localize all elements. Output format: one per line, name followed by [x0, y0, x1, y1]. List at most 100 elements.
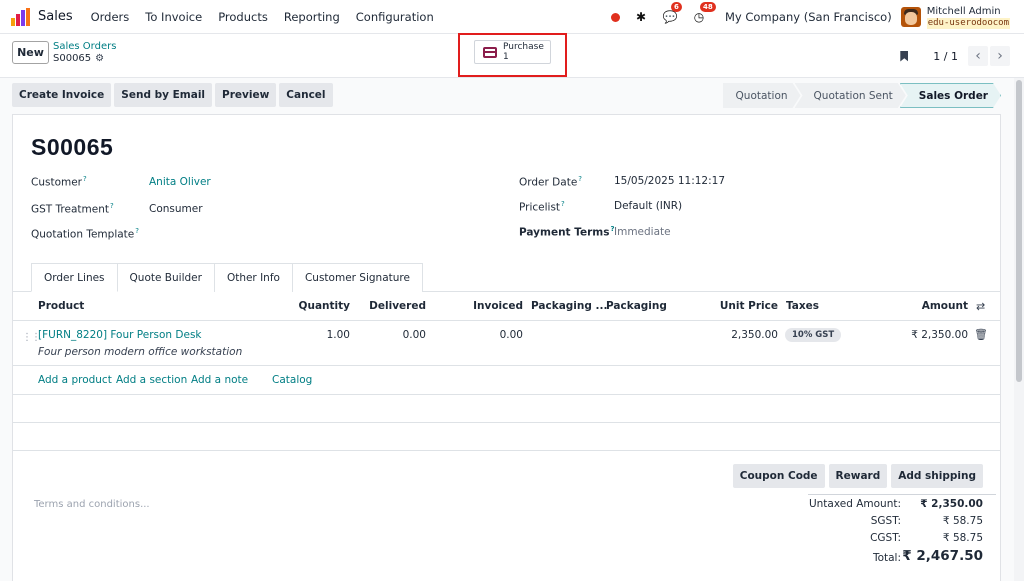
line-amount: ₹ 2,350.00: [911, 329, 968, 341]
table-row[interactable]: ⋮⋮ [FURN_8220] Four Person Desk Four per…: [13, 321, 1000, 366]
order-date-field[interactable]: 15/05/2025 11:12:17: [614, 175, 725, 187]
line-delivered[interactable]: 0.00: [403, 329, 426, 341]
line-product[interactable]: [FURN_8220] Four Person Desk: [38, 329, 202, 341]
line-unit-price[interactable]: 2,350.00: [731, 329, 778, 341]
empty-row: [13, 423, 1000, 451]
stage-sales-order[interactable]: Sales Order: [900, 83, 1001, 108]
menu-orders[interactable]: Orders: [83, 10, 138, 24]
total-value: ₹ 2,467.50: [902, 548, 983, 564]
user-name: Mitchell Admin: [926, 5, 1001, 17]
tax-totals: Untaxed Amount: ₹ 2,350.00 SGST: ₹ 58.75…: [808, 494, 996, 570]
new-button[interactable]: New: [12, 41, 49, 64]
column-settings-icon[interactable]: ⇄: [976, 300, 985, 313]
line-quantity[interactable]: 1.00: [327, 329, 350, 341]
page-title: S00065: [31, 134, 114, 160]
pager-next-button[interactable]: ›: [990, 46, 1010, 66]
systray: ✱ 💬 6 ◷ 48 My Company (San Francisco) Mitc…: [610, 0, 1024, 34]
payment-terms-label: Payment Terms?: [519, 225, 615, 239]
gear-icon[interactable]: ⚙: [95, 53, 104, 64]
line-invoiced[interactable]: 0.00: [500, 329, 523, 341]
breadcrumb-current: S00065: [53, 53, 92, 64]
app-name[interactable]: Sales: [38, 9, 73, 24]
main-menu: Orders To Invoice Products Reporting Con…: [83, 10, 442, 24]
action-buttons: Create Invoice Send by Email Preview Can…: [12, 83, 333, 107]
tab-other-info[interactable]: Other Info: [214, 263, 293, 292]
database-name: edu-userodoocom: [926, 17, 1010, 29]
record-icon[interactable]: [610, 12, 620, 22]
pricelist-field[interactable]: Default (INR): [614, 200, 682, 212]
column-invoiced[interactable]: Invoiced: [473, 300, 523, 312]
notebook-tabs: Order Lines Quote Builder Other Info Cus…: [31, 263, 423, 292]
column-amount[interactable]: Amount: [922, 300, 968, 312]
avatar[interactable]: [900, 7, 921, 27]
breadcrumb: S00065 ⚙: [53, 53, 104, 64]
breadcrumb-sales-orders[interactable]: Sales Orders: [53, 41, 116, 52]
clock-icon[interactable]: ◷ 48: [691, 2, 716, 25]
cgst-label: CGST:: [870, 532, 901, 544]
stage-quotation-sent[interactable]: Quotation Sent: [795, 83, 906, 108]
menu-configuration[interactable]: Configuration: [348, 10, 442, 24]
top-navbar: Sales Orders To Invoice Products Reporti…: [0, 0, 1024, 34]
tab-customer-signature[interactable]: Customer Signature: [292, 263, 423, 292]
preview-button[interactable]: Preview: [215, 83, 277, 107]
chat-icon[interactable]: 💬 6: [662, 2, 682, 25]
company-switcher[interactable]: My Company (San Francisco): [725, 10, 892, 24]
terms-conditions-field[interactable]: Terms and conditions...: [34, 499, 150, 510]
menu-products[interactable]: Products: [210, 10, 276, 24]
pager-previous-button[interactable]: ‹: [968, 46, 988, 66]
customer-field[interactable]: Anita Oliver: [149, 176, 211, 188]
order-date-label: Order Date?: [519, 175, 582, 189]
add-section-link[interactable]: Add a section: [116, 374, 187, 386]
bug-icon[interactable]: ✱: [633, 9, 649, 25]
untaxed-amount-label: Untaxed Amount:: [808, 498, 901, 510]
empty-row: [13, 395, 1000, 423]
reward-button[interactable]: Reward: [828, 464, 888, 488]
cancel-button[interactable]: Cancel: [279, 83, 333, 107]
menu-to-invoice[interactable]: To Invoice: [137, 10, 210, 24]
stage-quotation[interactable]: Quotation: [723, 83, 801, 108]
pricelist-label: Pricelist?: [519, 200, 565, 214]
sgst-row: SGST: ₹ 58.75: [808, 512, 996, 529]
gst-treatment-field[interactable]: Consumer: [149, 203, 203, 215]
add-line-row: Add a product Add a section Add a note C…: [13, 366, 1000, 395]
column-taxes[interactable]: Taxes: [786, 300, 819, 312]
total-label: Total:: [872, 552, 901, 564]
order-lines-header: Product Quantity Delivered Invoiced Pack…: [13, 292, 1000, 321]
line-description[interactable]: Four person modern office workstation: [38, 346, 242, 358]
highlight-annotation: [458, 33, 567, 77]
trash-icon[interactable]: 🗑: [974, 328, 988, 341]
send-by-email-button[interactable]: Send by Email: [114, 83, 213, 107]
page-scrollbar[interactable]: [1014, 78, 1024, 581]
add-shipping-button[interactable]: Add shipping: [891, 464, 983, 488]
column-packaging[interactable]: Packaging: [606, 300, 667, 312]
tab-quote-builder[interactable]: Quote Builder: [117, 263, 215, 292]
user-menu[interactable]: Mitchell Admin edu-userodoocom: [926, 5, 1010, 29]
total-row: Total: ₹ 2,467.50: [808, 546, 996, 570]
catalog-link[interactable]: Catalog: [272, 374, 312, 386]
add-note-link[interactable]: Add a note: [191, 374, 248, 386]
cgst-row: CGST: ₹ 58.75: [808, 529, 996, 546]
sales-app-icon[interactable]: [11, 7, 31, 26]
payment-terms-field[interactable]: Immediate: [614, 226, 671, 238]
tax-badge[interactable]: 10% GST: [785, 328, 842, 342]
tab-order-lines[interactable]: Order Lines: [31, 263, 118, 292]
column-unit-price[interactable]: Unit Price: [720, 300, 778, 312]
menu-reporting[interactable]: Reporting: [276, 10, 348, 24]
cgst-value: ₹ 58.75: [942, 532, 983, 544]
messages-badge: 6: [670, 2, 682, 12]
column-product[interactable]: Product: [38, 300, 84, 312]
status-bar: Quotation Quotation Sent Sales Order: [723, 83, 1001, 108]
untaxed-amount-value: ₹ 2,350.00: [920, 498, 983, 510]
add-product-link[interactable]: Add a product: [38, 374, 112, 386]
order-extra-buttons: Coupon Code Reward Add shipping: [732, 464, 983, 488]
column-delivered[interactable]: Delivered: [369, 300, 426, 312]
column-quantity[interactable]: Quantity: [299, 300, 350, 312]
create-invoice-button[interactable]: Create Invoice: [12, 83, 112, 107]
scrollbar-thumb[interactable]: [1016, 80, 1022, 382]
pager-value[interactable]: 1 / 1: [933, 50, 958, 63]
column-packaging-qty[interactable]: Packaging ...: [531, 300, 608, 312]
coupon-code-button[interactable]: Coupon Code: [732, 464, 825, 488]
untaxed-amount-row: Untaxed Amount: ₹ 2,350.00: [808, 495, 996, 512]
activities-badge: 48: [699, 2, 716, 12]
bookmark-icon[interactable]: [900, 50, 909, 62]
